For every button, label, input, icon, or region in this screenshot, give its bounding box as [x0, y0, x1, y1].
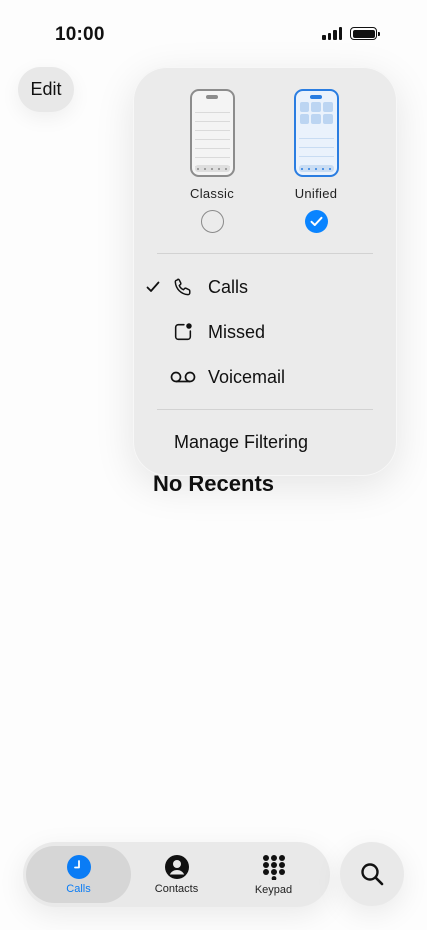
signal-icon — [322, 27, 342, 40]
edit-button[interactable]: Edit — [18, 67, 74, 112]
filter-popover: Classic Unified Calls Missed Voicemail M… — [133, 67, 397, 476]
layout-option-classic[interactable]: Classic — [172, 89, 252, 233]
checkmark-icon — [310, 216, 322, 226]
unified-radio[interactable] — [304, 210, 328, 233]
filter-label: Calls — [208, 276, 249, 297]
classic-radio[interactable] — [200, 210, 224, 233]
unified-layout-icon — [293, 89, 339, 177]
phone-recents-screen: 10:00 Edit No Recents Classic Unified Ca… — [0, 0, 427, 930]
missed-call-icon — [170, 319, 196, 345]
tab-label: Keypad — [254, 883, 293, 896]
filter-item-missed[interactable]: Missed — [133, 312, 397, 352]
filter-label: Voicemail — [208, 366, 286, 387]
clock-icon — [66, 854, 91, 879]
checkmark-icon — [146, 281, 162, 293]
status-time: 10:00 — [55, 24, 105, 45]
voicemail-icon — [170, 364, 196, 390]
layout-option-unified[interactable]: Unified — [276, 89, 356, 233]
battery-icon — [350, 27, 380, 40]
person-circle-icon — [164, 854, 189, 879]
tab-contacts[interactable]: Contacts — [124, 846, 229, 903]
tab-calls[interactable]: Calls — [26, 846, 131, 903]
layout-label-unified: Unified — [294, 186, 338, 201]
layout-label-classic: Classic — [190, 186, 234, 201]
divider — [157, 409, 373, 410]
status-icons — [322, 27, 380, 40]
filter-item-voicemail[interactable]: Voicemail — [133, 357, 397, 397]
filter-label: Missed — [208, 321, 266, 342]
phone-icon — [170, 274, 196, 300]
tab-keypad[interactable]: Keypad — [221, 846, 326, 903]
tab-bar: Calls Contacts Keypad — [23, 842, 330, 907]
filter-item-calls[interactable]: Calls — [133, 267, 397, 307]
tab-label: Calls — [66, 882, 91, 895]
manage-filtering-button[interactable]: Manage Filtering — [174, 432, 308, 453]
classic-layout-icon — [189, 89, 235, 177]
keypad-icon — [262, 854, 285, 880]
search-button[interactable] — [340, 842, 404, 906]
search-icon — [361, 863, 384, 886]
tab-label: Contacts — [154, 882, 199, 895]
divider — [157, 253, 373, 254]
